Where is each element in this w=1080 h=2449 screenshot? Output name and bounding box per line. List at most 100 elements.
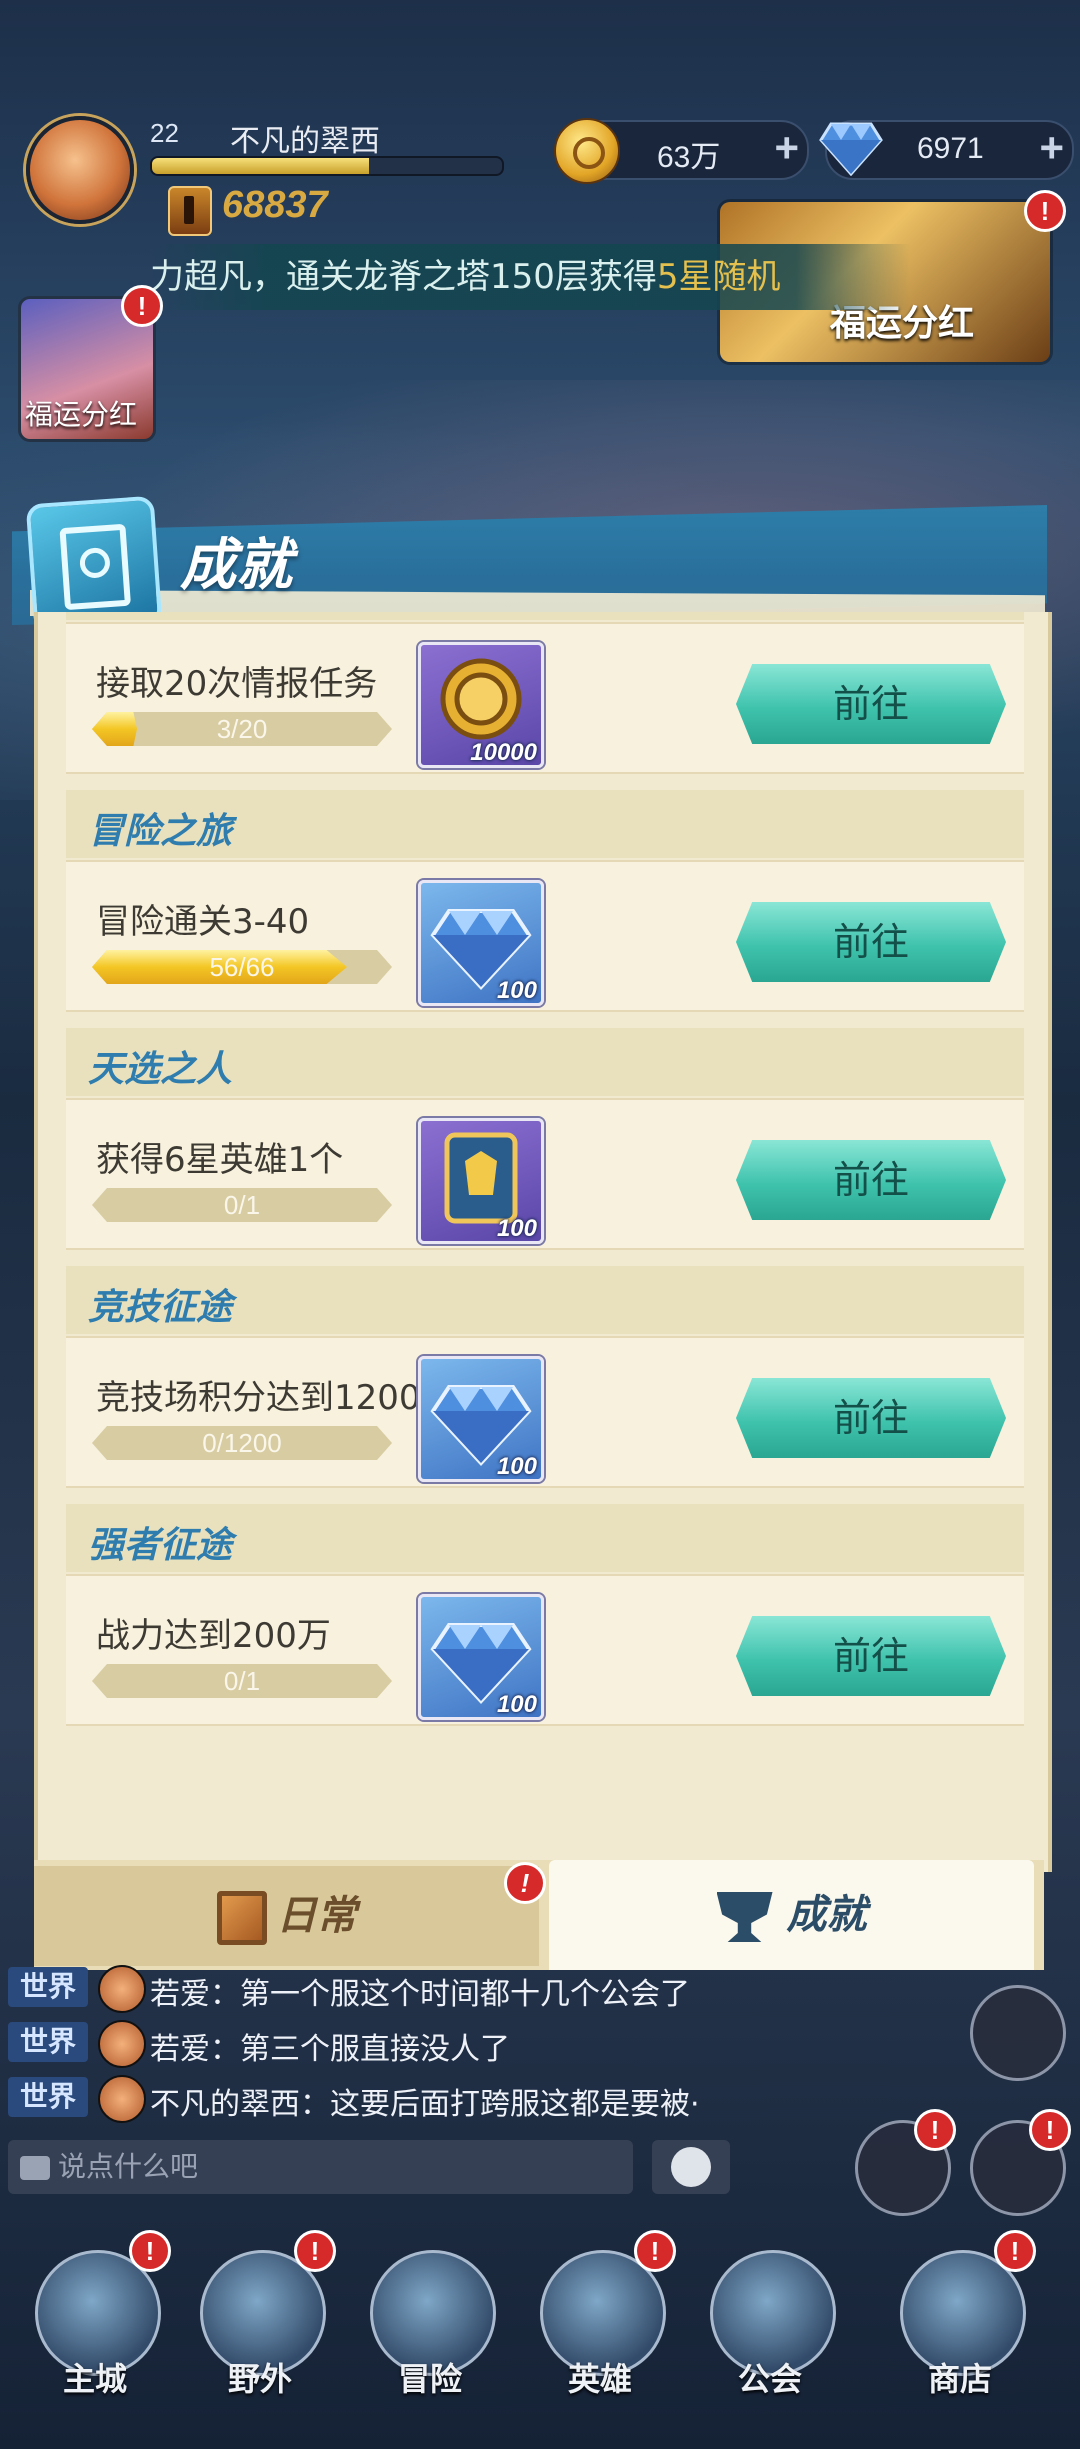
- reward-item[interactable]: 10000: [418, 642, 544, 768]
- nav-item[interactable]: 主城!: [15, 2230, 175, 2449]
- progress-text: 56/66: [209, 952, 275, 982]
- trophy-icon: [716, 1892, 773, 1942]
- category-header: 强者征途: [66, 1504, 1024, 1572]
- nav-item[interactable]: 商店!: [880, 2230, 1040, 2449]
- nav-label: 冒险: [397, 2360, 462, 2398]
- tab-daily-label: 日常: [276, 1893, 357, 1939]
- diamond-resource: 6971 +: [819, 120, 1074, 180]
- player-level: 22: [150, 118, 179, 148]
- achievement-card: 战力达到200万 0/1 100 前往: [66, 1574, 1024, 1726]
- chat-message: 世界 若爱：第一个服这个时间都十几个公会了: [8, 1965, 768, 2013]
- progress-bar: 0/1: [92, 1664, 392, 1698]
- chat-avatar[interactable]: [98, 2020, 146, 2068]
- friends-button[interactable]: [970, 1985, 1066, 2081]
- goto-button[interactable]: 前往: [736, 1140, 1006, 1220]
- exp-bar: [150, 156, 504, 176]
- fortune-dividend-event-left[interactable]: 福运分红 !: [18, 285, 163, 442]
- achievement-card: 接取20次情报任务 3/20 10000 前往: [66, 622, 1024, 774]
- player-avatar[interactable]: [26, 116, 134, 224]
- bag-button[interactable]: !: [970, 2109, 1071, 2216]
- alert-badge-icon: !: [504, 1862, 546, 1904]
- category-title: 天选之人: [88, 1049, 233, 1090]
- task-name: 战力达到200万: [96, 1616, 331, 1656]
- nav-label: 公会: [737, 2360, 802, 2398]
- gold-amount: 63万: [657, 141, 721, 174]
- category-header: 冒险之旅: [66, 790, 1024, 858]
- chat-placeholder: 说点什么吧: [58, 2150, 199, 2183]
- power-shield-icon: [168, 186, 212, 236]
- reward-item[interactable]: 100: [418, 1118, 544, 1244]
- progress-text: 0/1200: [202, 1428, 282, 1458]
- reward-count: 100: [496, 977, 537, 1004]
- nav-label: 英雄: [567, 2360, 632, 2398]
- ranking-button[interactable]: !: [855, 2109, 956, 2216]
- nav-label: 主城: [62, 2360, 127, 2398]
- goto-button[interactable]: 前往: [736, 902, 1006, 982]
- nav-item[interactable]: 野外!: [180, 2230, 340, 2449]
- reward-item[interactable]: 100: [418, 1356, 544, 1482]
- category-header: 情报专家: [66, 612, 1024, 620]
- bottom-nav: 主城! 野外! 冒险 英雄! 公会 商店!: [0, 2230, 1080, 2449]
- alert-badge-icon: !: [994, 2230, 1036, 2272]
- progress-text: 0/1: [223, 1190, 261, 1220]
- reward-item[interactable]: 100: [418, 880, 544, 1006]
- alert-badge-icon: !: [294, 2230, 336, 2272]
- nav-label: 商店: [927, 2360, 992, 2398]
- nav-item[interactable]: 英雄!: [520, 2230, 680, 2449]
- reward-count: 100: [496, 1453, 537, 1480]
- alert-badge-icon: !: [129, 2230, 171, 2272]
- emoji-button[interactable]: [652, 2140, 730, 2194]
- combat-power: 68837: [222, 184, 328, 226]
- goto-button[interactable]: 前往: [736, 664, 1006, 744]
- alert-badge-icon: !: [121, 285, 163, 327]
- nav-item[interactable]: 公会: [690, 2230, 850, 2449]
- chat-channel-tag: 世界: [8, 2022, 88, 2062]
- diamond-amount: 6971: [917, 132, 984, 165]
- task-name: 竞技场积分达到1200: [96, 1378, 421, 1418]
- tab-daily[interactable]: 日常 !: [34, 1862, 546, 1966]
- reward-count: 100: [496, 1215, 537, 1242]
- chat-message: 世界 不凡的翠西：这要后面打跨服这都是要被·: [8, 2075, 768, 2123]
- chat-text: 若爱：第一个服这个时间都十几个公会了: [150, 1977, 690, 2012]
- achievement-card: 冒险通关3-40 56/66 100 前往: [66, 860, 1024, 1012]
- add-diamond-button[interactable]: +: [1039, 126, 1064, 170]
- task-name: 获得6星英雄1个: [96, 1140, 344, 1180]
- add-gold-button[interactable]: +: [774, 126, 799, 170]
- tab-bar: 日常 ! 成就: [34, 1860, 1044, 1970]
- chat-message: 世界 若爱：第三个服直接没人了: [8, 2020, 768, 2068]
- reward-count: 10000: [470, 739, 537, 766]
- nav-label: 野外: [227, 2360, 292, 2398]
- marquee-text: 力超凡，通关龙脊之塔150层获得: [150, 257, 657, 297]
- chat-channel-tag: 世界: [8, 1967, 88, 2007]
- exp-bar-fill: [152, 158, 369, 174]
- category-header: 竞技征途: [66, 1266, 1024, 1334]
- goto-button[interactable]: 前往: [736, 1616, 1006, 1696]
- nav-item[interactable]: 冒险: [350, 2230, 510, 2449]
- progress-text: 0/1: [223, 1666, 261, 1696]
- chat-avatar[interactable]: [98, 2075, 146, 2123]
- reward-item[interactable]: 100: [418, 1594, 544, 1720]
- gold-resource: 63万 +: [554, 118, 809, 184]
- chat-bubble-icon: [20, 2156, 50, 2180]
- achievement-card: 竞技场积分达到1200 0/1200 100 前往: [66, 1336, 1024, 1488]
- daily-check-icon: [216, 1891, 267, 1945]
- category-title: 强者征途: [88, 1525, 233, 1566]
- tab-achievements[interactable]: 成就: [549, 1860, 1034, 1970]
- reward-count: 100: [496, 1691, 537, 1718]
- announcement-marquee: 力超凡，通关龙脊之塔150层获得5星随机: [150, 244, 910, 310]
- progress-bar: 0/1200: [92, 1426, 392, 1460]
- chat-avatar[interactable]: [98, 1965, 146, 2013]
- achievement-list[interactable]: 情报专家接取20次情报任务3/2010000前往冒险之旅冒险通关3-4056/6…: [66, 612, 1024, 1862]
- alert-badge-icon: !: [634, 2230, 676, 2272]
- gold-coin-icon: [554, 118, 620, 184]
- category-title: 情报专家: [88, 612, 232, 616]
- chat-text: 不凡的翠西：这要后面打跨服这都是要被·: [150, 2087, 700, 2122]
- progress-text: 3/20: [216, 714, 268, 744]
- chat-input[interactable]: 说点什么吧: [8, 2140, 633, 2194]
- diamond-icon: [819, 122, 883, 176]
- achievement-card: 获得6星英雄1个 0/1 100 前往: [66, 1098, 1024, 1250]
- goto-button[interactable]: 前往: [736, 1378, 1006, 1458]
- player-name: 不凡的翠西: [230, 124, 380, 159]
- category-header: 天选之人: [66, 1028, 1024, 1096]
- alert-badge-icon: !: [1029, 2109, 1071, 2151]
